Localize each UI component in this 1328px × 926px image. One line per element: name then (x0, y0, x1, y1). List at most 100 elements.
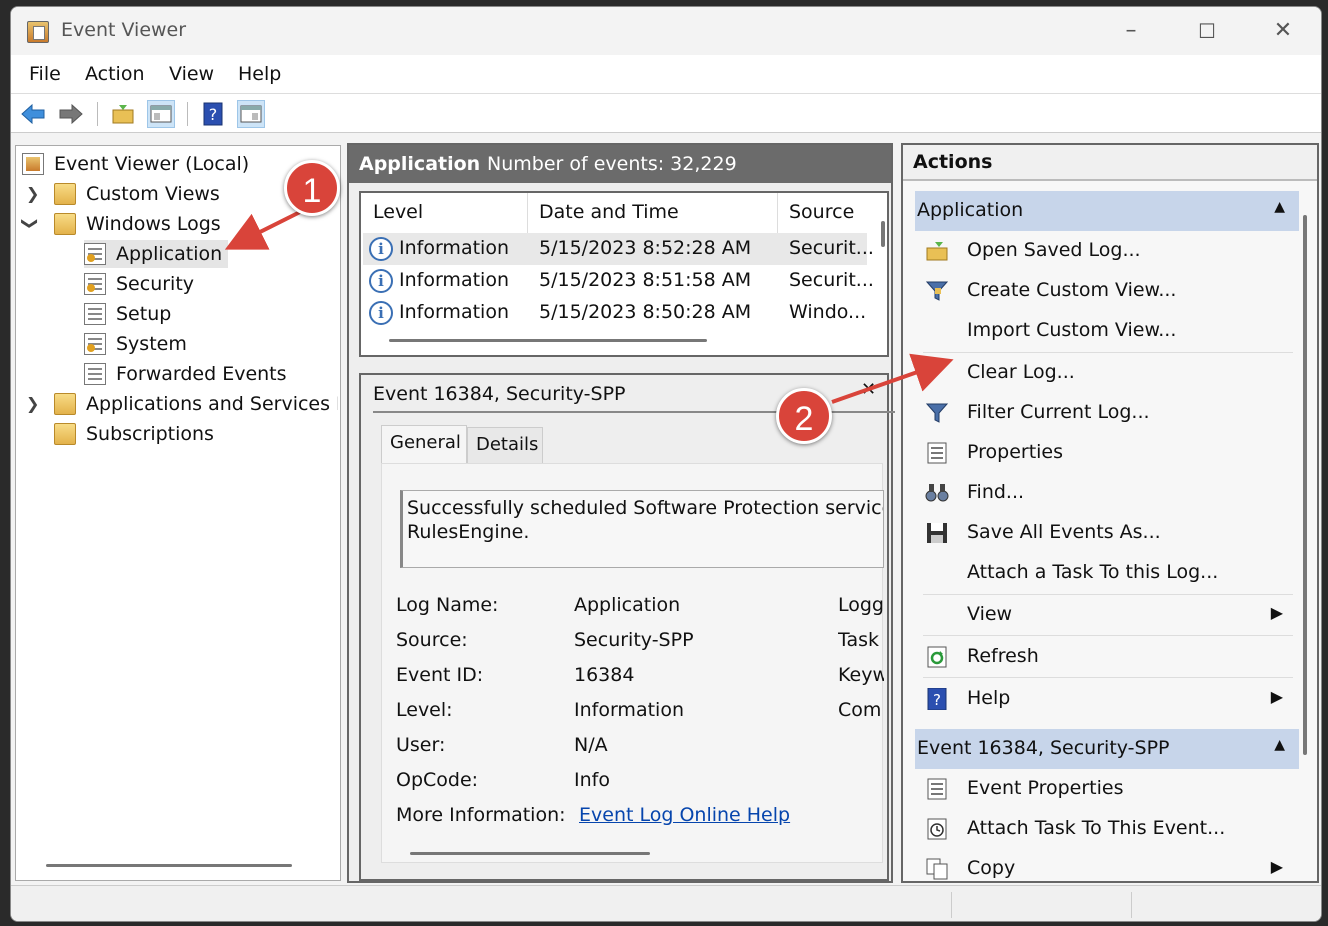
tree-custom-views[interactable]: Custom Views (54, 180, 220, 208)
help-icon: ? (927, 688, 947, 710)
close-button[interactable]: ✕ (1263, 15, 1303, 47)
tree-label: System (116, 333, 187, 355)
show-hide-action-pane-icon[interactable] (237, 100, 265, 128)
actions-pane: Actions Application ▲ Open Saved Log... … (901, 143, 1319, 883)
tree-subscriptions[interactable]: Subscriptions (54, 420, 214, 448)
tree-event-viewer-local[interactable]: Event Viewer (Local) (22, 150, 249, 178)
subscriptions-icon (54, 423, 76, 445)
action-find[interactable]: Find... (915, 473, 1295, 513)
event-list-pane: Application Number of events: 32,229 Lev… (347, 143, 895, 883)
tree-windows-logs[interactable]: Windows Logs (54, 210, 221, 238)
open-folder-icon[interactable] (109, 100, 137, 128)
chevron-right-icon[interactable]: ❯ (26, 184, 39, 203)
message-line: Successfully scheduled Software Protecti… (407, 497, 884, 519)
actions-header: Actions (903, 145, 1317, 181)
row-level: Information (399, 301, 509, 323)
vertical-scrollbar[interactable] (1303, 215, 1307, 755)
chevron-right-icon: ▶ (1270, 687, 1283, 706)
action-label: Save All Events As... (967, 521, 1161, 543)
tree-setup[interactable]: Setup (84, 300, 171, 328)
action-create-custom-view[interactable]: Create Custom View... (915, 271, 1295, 311)
chevron-right-icon[interactable]: ❯ (26, 394, 39, 413)
toolbar-separator (187, 102, 188, 126)
field-label: Level: (396, 699, 453, 721)
tab-label: Details (476, 434, 539, 455)
close-icon[interactable]: ✕ (861, 379, 876, 400)
column-date-time[interactable]: Date and Time (539, 201, 679, 223)
field-label: Event ID: (396, 664, 484, 686)
horizontal-scrollbar[interactable] (46, 864, 292, 867)
status-divider (1131, 892, 1132, 918)
event-viewer-window: Event Viewer – ☐ ✕ File Action View Help… (10, 6, 1322, 922)
actions-group-event[interactable]: Event 16384, Security-SPP ▲ (915, 729, 1299, 769)
tab-general[interactable]: General (381, 425, 467, 463)
menu-view[interactable]: View (169, 63, 214, 85)
action-label: Filter Current Log... (967, 401, 1150, 423)
action-clear-log[interactable]: Clear Log... (915, 353, 1295, 393)
show-hide-tree-icon[interactable] (147, 100, 175, 128)
event-message-box[interactable]: Successfully scheduled Software Protecti… (400, 490, 884, 568)
collapse-icon[interactable]: ▲ (1274, 199, 1285, 215)
column-source[interactable]: Source (789, 201, 854, 223)
info-icon: i (369, 269, 393, 293)
folder-icon (54, 183, 76, 205)
maximize-button[interactable]: ☐ (1187, 15, 1227, 47)
action-attach-task-to-event[interactable]: Attach Task To This Event... (915, 809, 1295, 849)
tree-application[interactable]: Application (84, 240, 229, 268)
tab-details[interactable]: Details (467, 427, 543, 463)
table-row[interactable]: i Information 5/15/2023 8:50:28 AM Windo… (363, 297, 867, 329)
help-icon[interactable]: ? (199, 100, 227, 128)
actions-group-application[interactable]: Application ▲ (915, 191, 1299, 231)
status-divider (951, 892, 952, 918)
tree-system[interactable]: System (84, 330, 187, 358)
action-copy[interactable]: Copy ▶ (915, 849, 1295, 889)
tree-forwarded-events[interactable]: Forwarded Events (84, 360, 287, 388)
action-attach-task-to-log[interactable]: Attach a Task To this Log... (915, 553, 1295, 593)
vertical-scrollbar[interactable] (881, 221, 885, 247)
action-label: Refresh (967, 645, 1039, 667)
field-label: Task (838, 629, 880, 651)
table-row[interactable]: i Information 5/15/2023 8:52:28 AM Secur… (363, 233, 874, 265)
action-filter-current-log[interactable]: Filter Current Log... (915, 393, 1295, 433)
action-refresh[interactable]: Refresh (915, 637, 1295, 677)
window-title: Event Viewer (61, 19, 187, 41)
tree-applications-and-services[interactable]: Applications and Services Lo (54, 390, 338, 418)
log-name: Application (359, 153, 481, 175)
clock-icon (927, 818, 947, 840)
tree-label: Custom Views (86, 183, 220, 205)
back-icon[interactable] (19, 100, 47, 128)
event-count: Number of events: 32,229 (487, 153, 737, 175)
field-value: N/A (574, 734, 608, 756)
action-label: Find... (967, 481, 1025, 503)
menu-help[interactable]: Help (238, 63, 281, 85)
chevron-down-icon[interactable]: ❯ (21, 217, 40, 230)
action-properties[interactable]: Properties (915, 433, 1295, 473)
row-level: Information (399, 269, 509, 291)
menu-action[interactable]: Action (85, 63, 145, 85)
tree-label: Applications and Services Lo (86, 393, 338, 415)
action-event-properties[interactable]: Event Properties (915, 769, 1295, 809)
horizontal-scrollbar[interactable] (410, 852, 650, 855)
action-label: Clear Log... (967, 361, 1075, 383)
action-help[interactable]: ? Help ▶ (915, 679, 1295, 719)
action-view[interactable]: View ▶ (915, 595, 1295, 635)
action-label: Attach Task To This Event... (967, 817, 1226, 839)
forward-icon[interactable] (57, 100, 85, 128)
right-column-labels: Logg Task Keyw Com (838, 594, 884, 834)
column-level[interactable]: Level (373, 201, 423, 223)
row-datetime: 5/15/2023 8:51:58 AM (539, 269, 752, 291)
table-row[interactable]: i Information 5/15/2023 8:51:58 AM Secur… (363, 265, 874, 297)
action-save-all-events[interactable]: Save All Events As... (915, 513, 1295, 553)
horizontal-scrollbar[interactable] (389, 339, 707, 342)
minimize-button[interactable]: – (1111, 15, 1151, 47)
field-value: Application (574, 594, 681, 616)
action-open-saved-log[interactable]: Open Saved Log... (915, 231, 1295, 271)
action-import-custom-view[interactable]: Import Custom View... (915, 311, 1295, 351)
log-icon (84, 303, 106, 325)
menu-file[interactable]: File (29, 63, 61, 85)
event-viewer-app-icon (27, 21, 49, 43)
event-log-online-help-link[interactable]: Event Log Online Help (579, 804, 790, 826)
collapse-icon[interactable]: ▲ (1274, 737, 1285, 753)
tree-security[interactable]: Security (84, 270, 194, 298)
log-icon (84, 273, 106, 295)
